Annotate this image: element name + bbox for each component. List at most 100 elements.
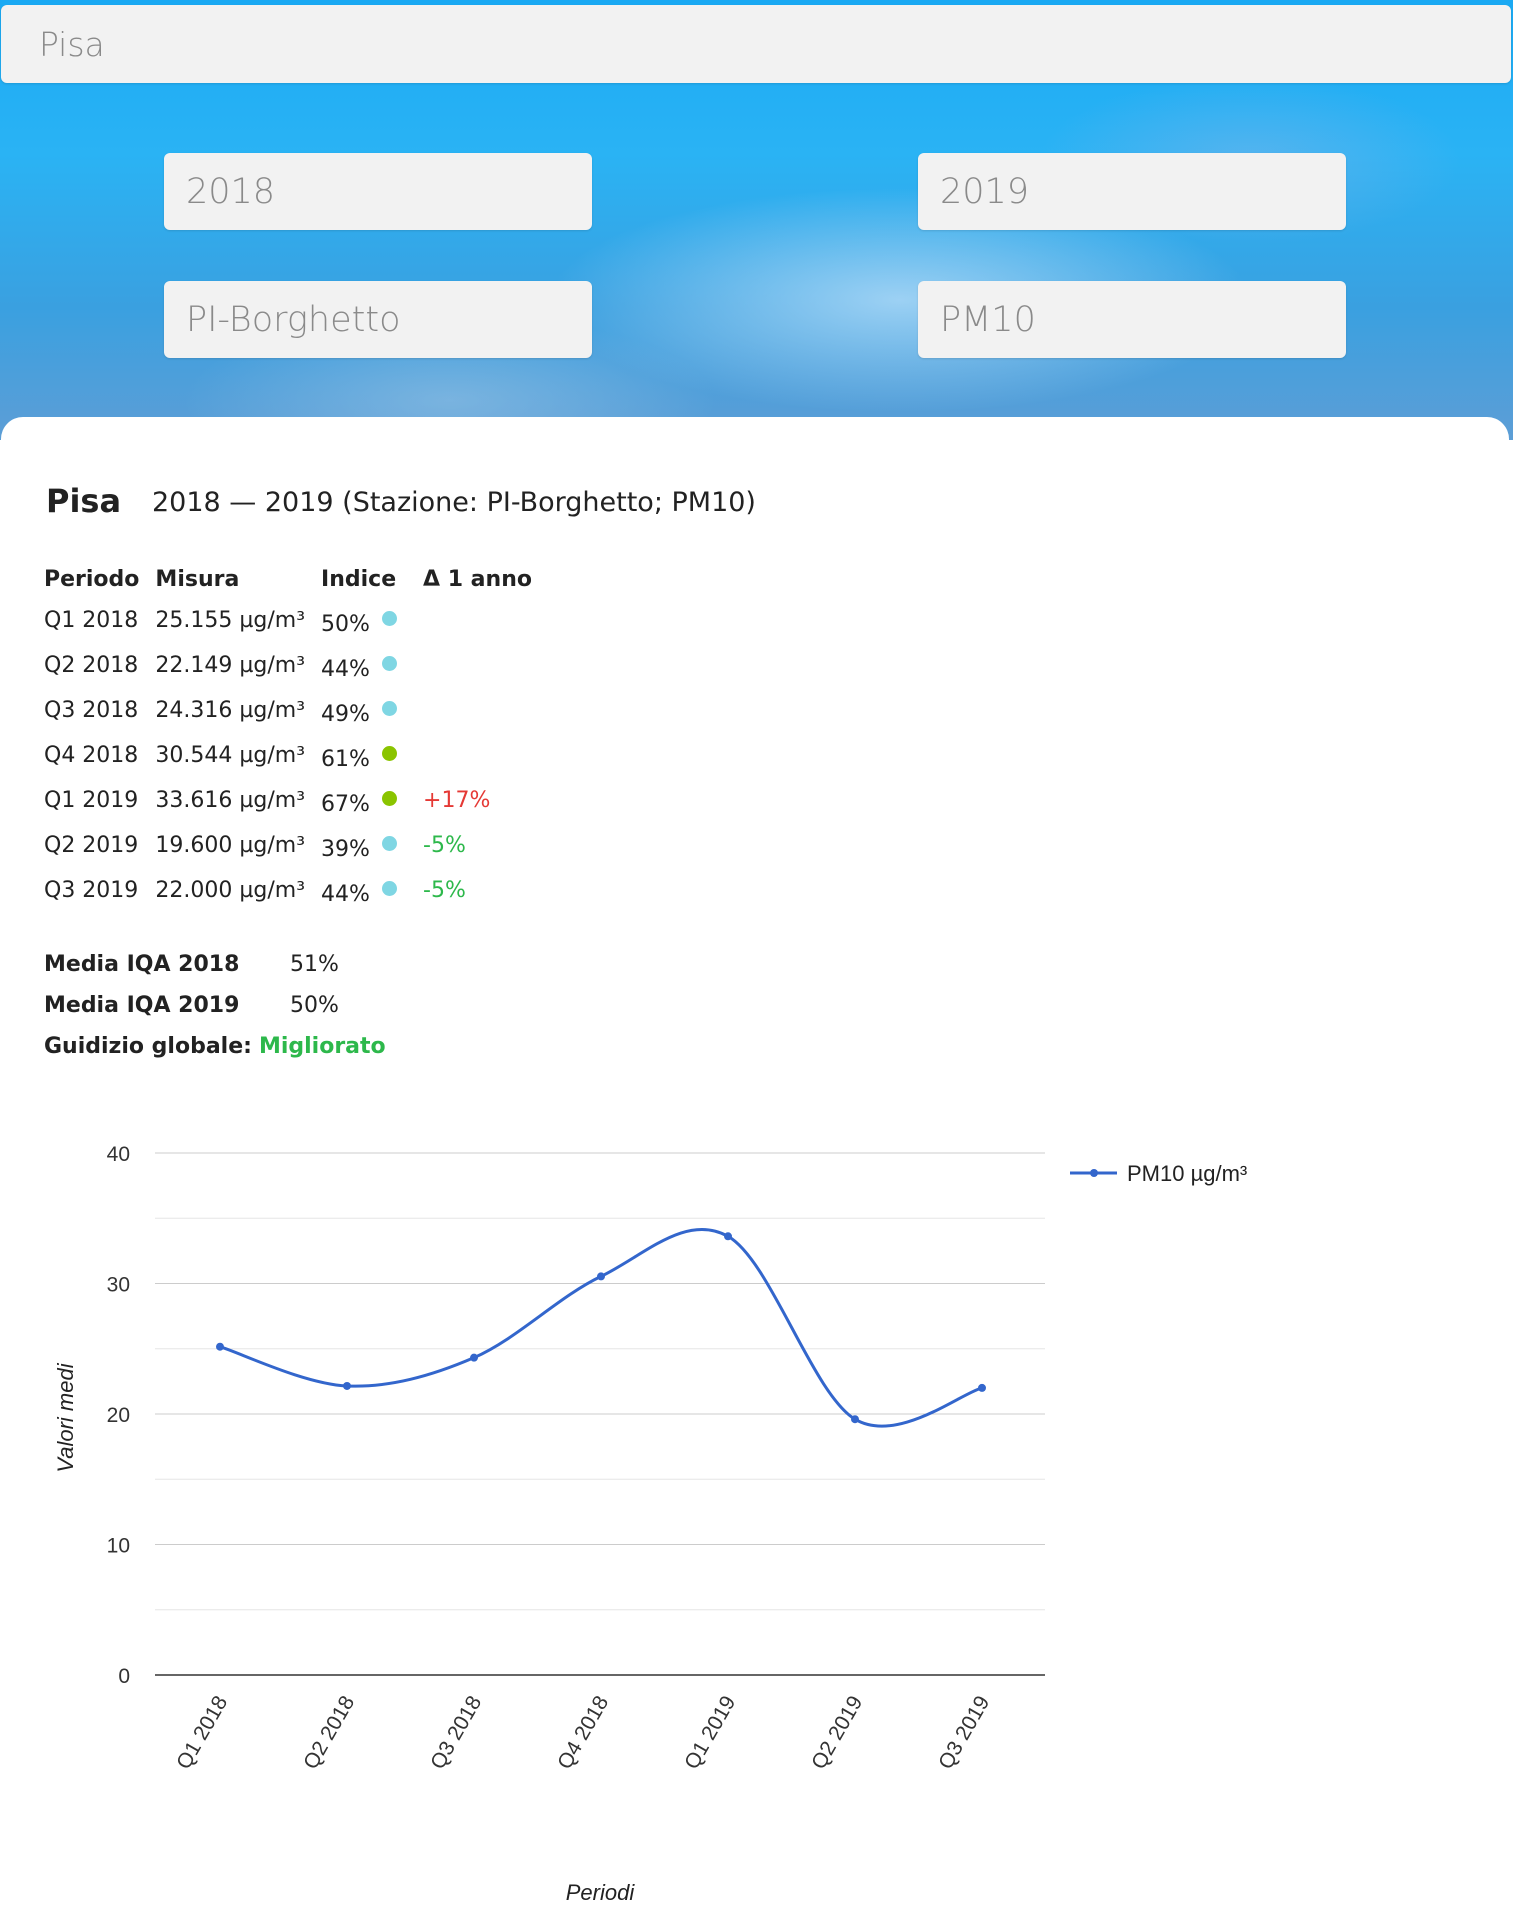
pm10-line-chart: 010203040 Q1 2018 Q2 2018 Q3 2018 Q4 2018 Q1… <box>53 1143 1247 1905</box>
summary-media-2018: Media IQA 2018 51% <box>44 952 339 977</box>
cell-delta: -5% <box>423 878 466 903</box>
chart-points <box>216 1232 986 1424</box>
x-tick-label: Q4 2018 <box>553 1692 613 1773</box>
index-percent: 67% <box>321 792 370 817</box>
media-2019-label: Media IQA 2019 <box>44 993 240 1018</box>
data-point <box>978 1383 986 1392</box>
header-period: Periodo <box>44 566 140 592</box>
x-tick-label: Q2 2019 <box>807 1692 867 1773</box>
year-to-select[interactable]: 2019 <box>918 153 1346 230</box>
measurements-table: Periodo Misura Indice Δ 1 anno Q1 2018 25… <box>36 560 540 913</box>
chart-y-ticks: 0 10 20 30 40 <box>107 1143 130 1688</box>
index-status-dot <box>381 791 397 806</box>
report-subtitle: 2018 — 2019 (Stazione: PI-Borghetto; PM1… <box>152 487 756 518</box>
cell-measure: 24.316 µg/m³ <box>155 698 306 723</box>
index-status-dot <box>381 611 397 626</box>
x-tick-label: Q3 2019 <box>934 1692 994 1773</box>
cell-index: 49% <box>313 688 415 733</box>
year-from-select[interactable]: 2018 <box>164 153 592 230</box>
cell-delta <box>415 733 540 778</box>
y-tick-label: 20 <box>107 1404 130 1427</box>
cell-measure: 25.155 µg/m³ <box>155 608 306 633</box>
chart-y-axis-label: Valori medi <box>53 1362 78 1472</box>
table-header-row: Periodo Misura Indice Δ 1 anno <box>36 560 540 598</box>
x-tick-label: Q2 2018 <box>299 1692 359 1773</box>
index-percent: 49% <box>321 702 370 727</box>
data-point <box>343 1381 351 1390</box>
index-percent: 50% <box>321 612 370 637</box>
table-row: Q1 2019 33.616 µg/m³ 67% +17% <box>36 778 540 823</box>
data-point <box>724 1232 732 1241</box>
cell-period: Q2 2019 <box>44 833 139 858</box>
cell-delta: +17% <box>423 788 491 813</box>
cell-index: 50% <box>313 598 415 643</box>
media-2018-label: Media IQA 2018 <box>44 952 240 977</box>
table-row: Q3 2018 24.316 µg/m³ 49% <box>36 688 540 733</box>
year-to-value: 2019 <box>940 171 1030 212</box>
report-city-title: Pisa <box>46 482 122 520</box>
chart-x-ticks: Q1 2018 Q2 2018 Q3 2018 Q4 2018 Q1 2019 Q2 20… <box>172 1692 994 1773</box>
cell-period: Q3 2018 <box>44 698 139 723</box>
pollutant-value: PM10 <box>940 299 1036 340</box>
index-status-dot <box>381 881 397 896</box>
index-status-dot <box>381 836 397 851</box>
cell-period: Q2 2018 <box>44 653 139 678</box>
cell-period: Q1 2018 <box>44 608 139 633</box>
table-row: Q3 2019 22.000 µg/m³ 44% -5% <box>36 868 540 913</box>
cell-index: 44% <box>313 868 415 913</box>
legend-label-pm10: PM10 µg/m³ <box>1127 1161 1247 1186</box>
cell-delta <box>415 598 540 643</box>
cell-delta: -5% <box>423 833 466 858</box>
table-row: Q2 2018 22.149 µg/m³ 44% <box>36 643 540 688</box>
cell-index: 39% <box>313 823 415 868</box>
city-search-input[interactable]: Pisa <box>1 5 1511 83</box>
index-percent: 44% <box>321 882 370 907</box>
cell-measure: 22.149 µg/m³ <box>155 653 306 678</box>
cell-measure: 30.544 µg/m³ <box>155 743 306 768</box>
chart-gridlines <box>155 1152 1045 1676</box>
media-2019-value: 50% <box>290 993 339 1018</box>
cell-index: 67% <box>313 778 415 823</box>
cell-period: Q3 2019 <box>44 878 139 903</box>
cell-delta <box>415 688 540 733</box>
y-tick-label: 30 <box>107 1274 130 1297</box>
cell-period: Q4 2018 <box>44 743 139 768</box>
station-value: PI-Borghetto <box>186 299 401 340</box>
header-measure: Misura <box>155 566 240 592</box>
y-tick-label: 10 <box>107 1535 130 1558</box>
cell-measure: 22.000 µg/m³ <box>155 878 306 903</box>
y-tick-label: 0 <box>118 1665 130 1688</box>
index-status-dot <box>381 656 397 671</box>
cell-measure: 33.616 µg/m³ <box>155 788 306 813</box>
table-row: Q2 2019 19.600 µg/m³ 39% -5% <box>36 823 540 868</box>
cell-index: 61% <box>313 733 415 778</box>
index-percent: 44% <box>321 657 370 682</box>
cell-period: Q1 2019 <box>44 788 139 813</box>
cell-measure: 19.600 µg/m³ <box>155 833 306 858</box>
legend-marker-pm10 <box>1090 1169 1098 1177</box>
media-2018-value: 51% <box>290 952 339 977</box>
x-tick-label: Q1 2018 <box>172 1692 232 1773</box>
year-from-value: 2018 <box>186 171 276 212</box>
table-row: Q4 2018 30.544 µg/m³ 61% <box>36 733 540 778</box>
y-tick-label: 40 <box>107 1143 130 1166</box>
data-point <box>597 1272 605 1281</box>
index-percent: 61% <box>321 747 370 772</box>
chart-legend: PM10 µg/m³ <box>1070 1161 1247 1186</box>
data-point <box>470 1353 478 1362</box>
city-search-value: Pisa <box>39 24 105 64</box>
judgement-value: Migliorato <box>258 1034 386 1059</box>
series-line-pm10 <box>219 1227 983 1428</box>
chart-x-axis-label: Periodi <box>566 1880 636 1905</box>
judgement-label: Guidizio globale: <box>44 1034 252 1059</box>
summary-judgement: Guidizio globale: Migliorato <box>44 1034 386 1059</box>
cell-index: 44% <box>313 643 415 688</box>
station-select[interactable]: PI-Borghetto <box>164 281 592 358</box>
table-row: Q1 2018 25.155 µg/m³ 50% <box>36 598 540 643</box>
header-delta: Δ 1 anno <box>423 566 532 592</box>
header-index: Indice <box>321 566 397 592</box>
pollutant-select[interactable]: PM10 <box>918 281 1346 358</box>
cell-delta <box>415 643 540 688</box>
x-tick-label: Q3 2018 <box>426 1692 486 1773</box>
data-point <box>851 1415 859 1424</box>
